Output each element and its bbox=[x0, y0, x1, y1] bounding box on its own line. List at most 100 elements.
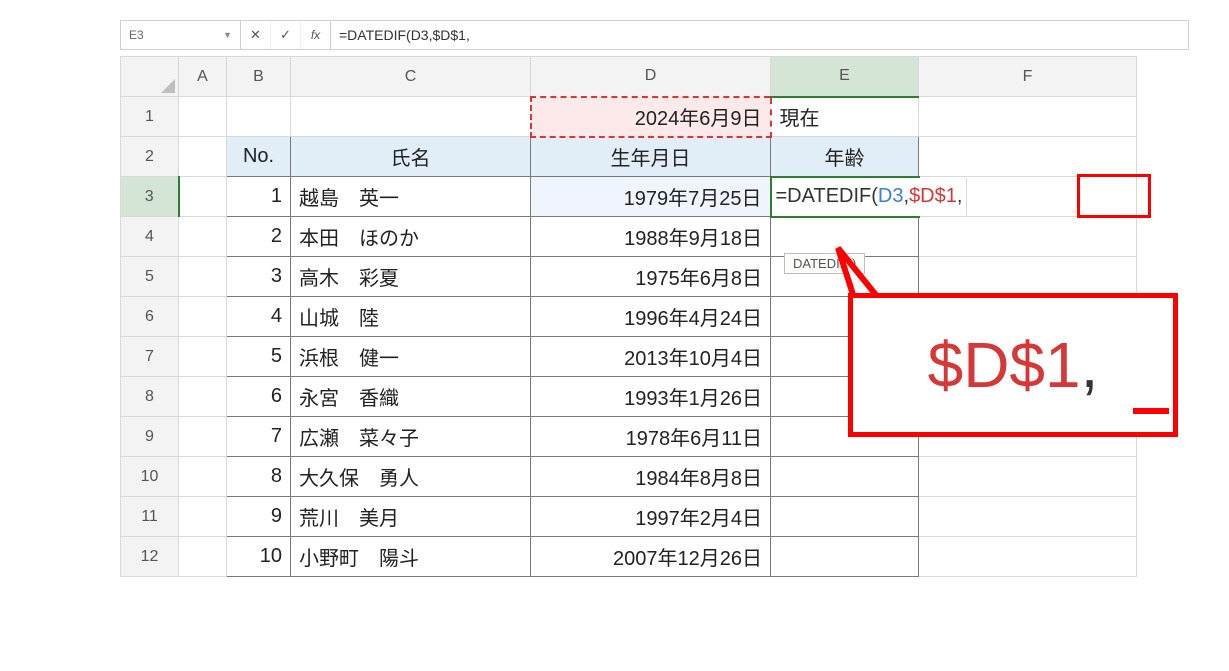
cell-D7[interactable]: 2013年10月4日 bbox=[531, 337, 771, 377]
name-box[interactable]: E3 ▼ bbox=[121, 21, 241, 49]
cancel-button[interactable]: ✕ bbox=[241, 21, 271, 49]
cell-E2[interactable]: 年齢 bbox=[771, 137, 919, 177]
cell-E3[interactable]: =DATEDIF(D3,$D$1, bbox=[771, 177, 919, 217]
cell-B8[interactable]: 6 bbox=[227, 377, 291, 417]
callout-text: $D$1 bbox=[928, 328, 1081, 402]
row-header-9[interactable]: 9 bbox=[121, 417, 179, 457]
cell-F12[interactable] bbox=[919, 537, 1137, 577]
col-header-C[interactable]: C bbox=[291, 57, 531, 97]
col-header-D[interactable]: D bbox=[531, 57, 771, 97]
cell-C6[interactable]: 山城 陸 bbox=[291, 297, 531, 337]
cell-C4[interactable]: 本田 ほのか bbox=[291, 217, 531, 257]
cell-D9[interactable]: 1978年6月11日 bbox=[531, 417, 771, 457]
cell-D1[interactable]: 2024年6月9日 bbox=[531, 97, 771, 137]
cell-C7[interactable]: 浜根 健一 bbox=[291, 337, 531, 377]
row-header-11[interactable]: 11 bbox=[121, 497, 179, 537]
cell-A6[interactable] bbox=[179, 297, 227, 337]
select-all-corner[interactable] bbox=[121, 57, 179, 97]
cell-A12[interactable] bbox=[179, 537, 227, 577]
row-header-8[interactable]: 8 bbox=[121, 377, 179, 417]
col-header-E[interactable]: E bbox=[771, 57, 919, 97]
row-header-10[interactable]: 10 bbox=[121, 457, 179, 497]
cell-B9[interactable]: 7 bbox=[227, 417, 291, 457]
cell-E11[interactable] bbox=[771, 497, 919, 537]
cell-D6[interactable]: 1996年4月24日 bbox=[531, 297, 771, 337]
row-header-4[interactable]: 4 bbox=[121, 217, 179, 257]
cell-A5[interactable] bbox=[179, 257, 227, 297]
cell-D12[interactable]: 2007年12月26日 bbox=[531, 537, 771, 577]
cell-B10[interactable]: 8 bbox=[227, 457, 291, 497]
cell-C1[interactable] bbox=[291, 97, 531, 137]
cell-C3[interactable]: 越島 英一 bbox=[291, 177, 531, 217]
cell-C12[interactable]: 小野町 陽斗 bbox=[291, 537, 531, 577]
cell-D2[interactable]: 生年月日 bbox=[531, 137, 771, 177]
row-header-3[interactable]: 3 bbox=[121, 177, 179, 217]
cancel-icon: ✕ bbox=[250, 27, 261, 43]
cell-B11[interactable]: 9 bbox=[227, 497, 291, 537]
annotation-callout: $D$1, bbox=[848, 293, 1178, 437]
enter-button[interactable]: ✓ bbox=[271, 21, 301, 49]
cell-E3-editor[interactable]: =DATEDIF(D3,$D$1, bbox=[772, 178, 968, 216]
cell-D4[interactable]: 1988年9月18日 bbox=[531, 217, 771, 257]
cell-B2[interactable]: No. bbox=[227, 137, 291, 177]
formula-text: =DATEDIF(D3,$D$1, bbox=[339, 27, 470, 43]
cell-A7[interactable] bbox=[179, 337, 227, 377]
cell-F10[interactable] bbox=[919, 457, 1137, 497]
cell-E12[interactable] bbox=[771, 537, 919, 577]
e3-prefix: =DATEDIF( bbox=[776, 185, 878, 208]
cell-B5[interactable]: 3 bbox=[227, 257, 291, 297]
cell-D3[interactable]: 1979年7月25日 bbox=[531, 177, 771, 217]
row-header-7[interactable]: 7 bbox=[121, 337, 179, 377]
row-header-5[interactable]: 5 bbox=[121, 257, 179, 297]
cell-D8[interactable]: 1993年1月26日 bbox=[531, 377, 771, 417]
formula-input[interactable]: =DATEDIF(D3,$D$1, bbox=[331, 27, 1188, 43]
cell-B1[interactable] bbox=[227, 97, 291, 137]
cell-A11[interactable] bbox=[179, 497, 227, 537]
cell-E1[interactable]: 現在 bbox=[771, 97, 919, 137]
cell-A1[interactable] bbox=[179, 97, 227, 137]
cell-F11[interactable] bbox=[919, 497, 1137, 537]
cell-C8[interactable]: 永宮 香織 bbox=[291, 377, 531, 417]
cell-C5[interactable]: 高木 彩夏 bbox=[291, 257, 531, 297]
row-header-6[interactable]: 6 bbox=[121, 297, 179, 337]
col-header-B[interactable]: B bbox=[227, 57, 291, 97]
insert-function-button[interactable]: fx bbox=[301, 21, 331, 49]
cell-C9[interactable]: 広瀬 菜々子 bbox=[291, 417, 531, 457]
cell-A3[interactable] bbox=[179, 177, 227, 217]
cell-B6[interactable]: 4 bbox=[227, 297, 291, 337]
cell-F2[interactable] bbox=[919, 137, 1137, 177]
check-icon: ✓ bbox=[280, 27, 291, 43]
cell-E10[interactable] bbox=[771, 457, 919, 497]
cell-F4[interactable] bbox=[919, 217, 1137, 257]
row-header-12[interactable]: 12 bbox=[121, 537, 179, 577]
cell-F1[interactable] bbox=[919, 97, 1137, 137]
cell-B3[interactable]: 1 bbox=[227, 177, 291, 217]
cell-D10[interactable]: 1984年8月8日 bbox=[531, 457, 771, 497]
e3-ref1: D3 bbox=[878, 185, 904, 208]
cell-B4[interactable]: 2 bbox=[227, 217, 291, 257]
row-header-2[interactable]: 2 bbox=[121, 137, 179, 177]
callout-underline bbox=[1133, 408, 1169, 414]
cell-A10[interactable] bbox=[179, 457, 227, 497]
cell-A4[interactable] bbox=[179, 217, 227, 257]
cell-C10[interactable]: 大久保 勇人 bbox=[291, 457, 531, 497]
e3-ref2: $D$1 bbox=[909, 185, 957, 208]
row-header-1[interactable]: 1 bbox=[121, 97, 179, 137]
cell-D5[interactable]: 1975年6月8日 bbox=[531, 257, 771, 297]
col-header-F[interactable]: F bbox=[919, 57, 1137, 97]
fx-icon: fx bbox=[311, 28, 320, 42]
e3-comma2: , bbox=[957, 185, 963, 208]
cell-A9[interactable] bbox=[179, 417, 227, 457]
cell-D11[interactable]: 1997年2月4日 bbox=[531, 497, 771, 537]
cell-A8[interactable] bbox=[179, 377, 227, 417]
cell-C11[interactable]: 荒川 美月 bbox=[291, 497, 531, 537]
cell-F5[interactable] bbox=[919, 257, 1137, 297]
cell-B7[interactable]: 5 bbox=[227, 337, 291, 377]
name-box-dropdown-icon[interactable]: ▼ bbox=[223, 30, 232, 40]
cell-B12[interactable]: 10 bbox=[227, 537, 291, 577]
name-box-value: E3 bbox=[129, 28, 144, 42]
cell-C2[interactable]: 氏名 bbox=[291, 137, 531, 177]
col-header-A[interactable]: A bbox=[179, 57, 227, 97]
formula-bar-buttons: ✕ ✓ fx =DATEDIF(D3,$D$1, bbox=[241, 21, 1188, 49]
cell-A2[interactable] bbox=[179, 137, 227, 177]
